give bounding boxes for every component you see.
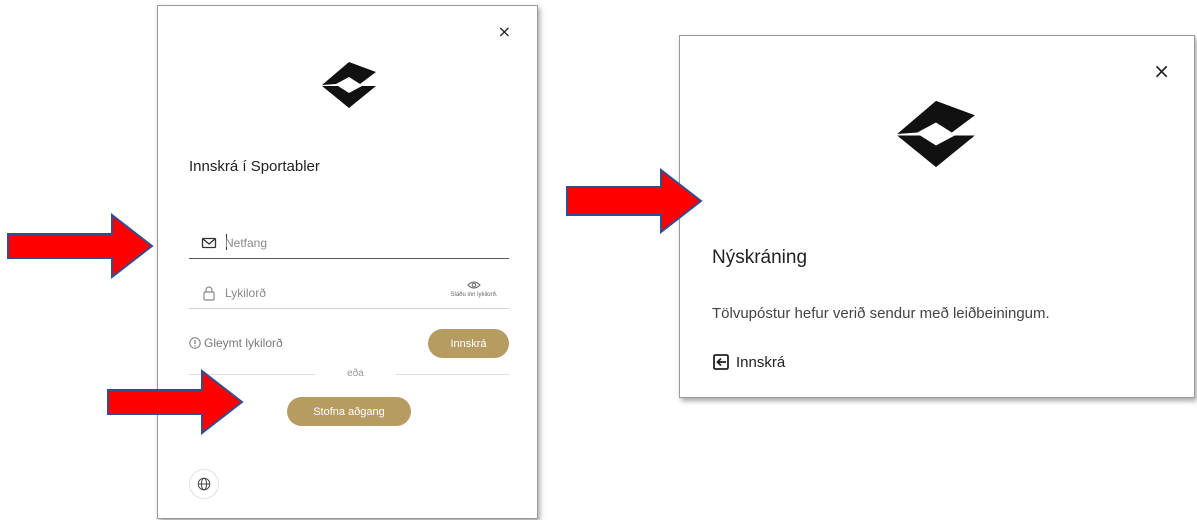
divider <box>396 374 509 375</box>
close-button[interactable]: × <box>1153 61 1170 81</box>
sign-in-link[interactable]: Innskrá <box>712 353 785 371</box>
email-input[interactable] <box>225 232 465 254</box>
close-button[interactable]: × <box>498 24 511 40</box>
confirmation-message: Tölvupóstur hefur verið sendur með leiðb… <box>712 305 1050 322</box>
info-icon <box>189 337 201 349</box>
show-password-toggle[interactable]: Sláðu inn lykilorð. <box>439 280 509 298</box>
close-icon: × <box>1153 59 1170 83</box>
login-button[interactable]: Innskrá <box>428 329 509 358</box>
login-dialog: × Innskrá í Sportabler Sláðu inn lykilor… <box>157 5 538 519</box>
red-arrow <box>7 213 154 279</box>
email-field-row <box>189 228 509 259</box>
close-icon: × <box>497 22 511 41</box>
language-button[interactable] <box>189 469 219 499</box>
red-arrow <box>566 168 703 234</box>
or-separator: eða <box>347 368 364 379</box>
lock-icon <box>203 286 215 301</box>
sign-in-label: Innskrá <box>736 353 786 371</box>
forgot-password-link[interactable]: Gleymt lykilorð <box>189 336 283 350</box>
password-input[interactable] <box>225 282 465 304</box>
show-password-label: Sláðu inn lykilorð. <box>450 292 498 298</box>
sportabler-logo <box>897 100 975 168</box>
sportabler-logo <box>322 62 376 108</box>
envelope-icon <box>201 237 217 249</box>
password-field-row: Sláðu inn lykilorð. <box>189 278 509 309</box>
signup-confirmation-dialog: × Nýskráning Tölvupóstur hefur verið sen… <box>679 35 1195 398</box>
page-title: Innskrá í Sportabler <box>189 158 320 175</box>
eye-icon <box>467 281 481 289</box>
red-arrow <box>107 369 244 435</box>
signup-title: Nýskráning <box>712 247 808 268</box>
login-icon <box>713 354 729 370</box>
globe-icon <box>197 477 211 491</box>
create-account-button[interactable]: Stofna aðgang <box>287 397 411 426</box>
forgot-password-label: Gleymt lykilorð <box>204 336 283 350</box>
